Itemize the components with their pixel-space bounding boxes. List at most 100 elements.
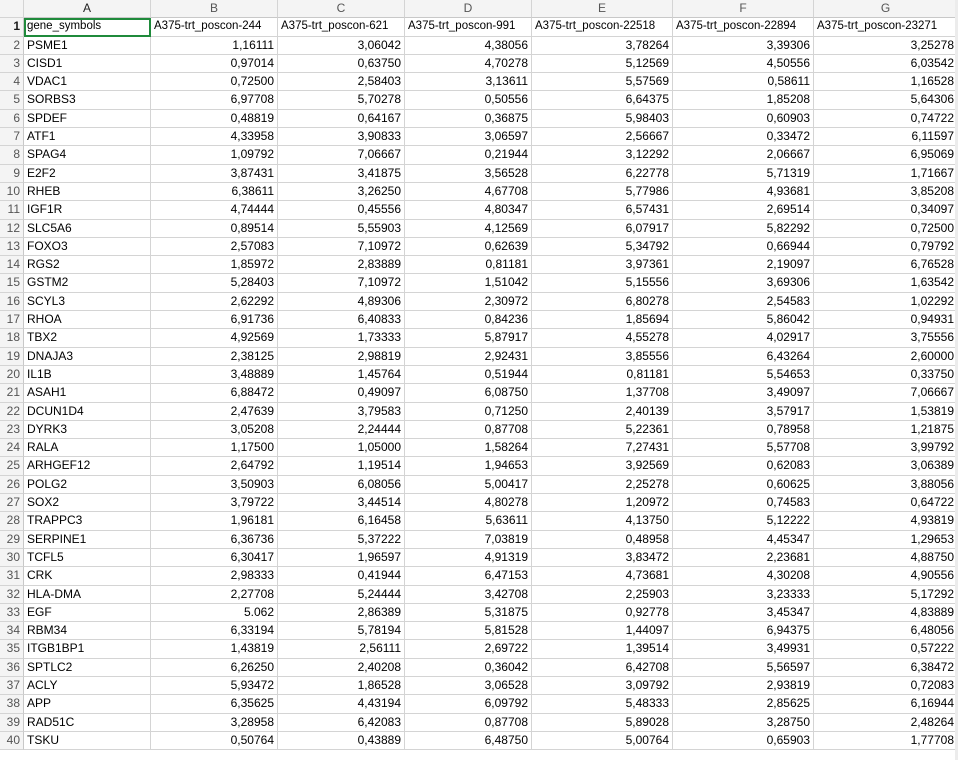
value-cell[interactable]: 2,69514	[673, 201, 814, 220]
gene-symbol-cell[interactable]: RALA	[24, 439, 151, 458]
value-cell[interactable]: 0,36875	[405, 109, 532, 129]
row-header[interactable]: 22	[0, 402, 24, 421]
value-cell[interactable]: 5,98403	[532, 109, 673, 129]
value-cell[interactable]: 0,66944	[673, 237, 814, 257]
header-cell[interactable]: A375-trt_poscon-621	[278, 18, 405, 37]
value-cell[interactable]: 6,09792	[405, 695, 532, 714]
value-cell[interactable]: 4,89306	[278, 292, 405, 312]
value-cell[interactable]: 5,70278	[278, 91, 405, 110]
row-header[interactable]: 8	[0, 146, 24, 165]
gene-symbol-cell[interactable]: CRK	[24, 567, 151, 586]
value-cell[interactable]: 0,62639	[405, 237, 532, 257]
row-header[interactable]: 35	[0, 640, 24, 659]
value-cell[interactable]: 3,44514	[278, 494, 405, 513]
value-cell[interactable]: 5,64306	[814, 91, 958, 110]
value-cell[interactable]: 1,16111	[151, 36, 278, 55]
value-cell[interactable]: 3,87431	[151, 164, 278, 183]
value-cell[interactable]: 0,72500	[151, 73, 278, 92]
value-cell[interactable]: 2,83889	[278, 256, 405, 275]
value-cell[interactable]: 6,38611	[151, 182, 278, 202]
column-header-b[interactable]: B	[151, 0, 278, 19]
value-cell[interactable]: 6,08056	[278, 475, 405, 495]
value-cell[interactable]: 5,57708	[673, 439, 814, 458]
value-cell[interactable]: 3,25278	[814, 36, 958, 55]
value-cell[interactable]: 5,12222	[673, 512, 814, 531]
value-cell[interactable]: 3,06389	[814, 457, 958, 476]
value-cell[interactable]: 5,34792	[532, 237, 673, 257]
value-cell[interactable]: 6,42708	[532, 658, 673, 677]
gene-symbol-cell[interactable]: APP	[24, 695, 151, 714]
gene-symbol-cell[interactable]: FOXO3	[24, 237, 151, 257]
gene-symbol-cell[interactable]: RGS2	[24, 256, 151, 275]
value-cell[interactable]: 5,12569	[532, 54, 673, 74]
value-cell[interactable]: 0,81181	[532, 365, 673, 385]
gene-symbol-cell[interactable]: HLA-DMA	[24, 585, 151, 604]
gene-symbol-cell[interactable]: SPAG4	[24, 146, 151, 165]
value-cell[interactable]: 0,97014	[151, 54, 278, 74]
value-cell[interactable]: 4,80347	[405, 201, 532, 220]
value-cell[interactable]: 2,56667	[532, 128, 673, 147]
value-cell[interactable]: 0,78958	[673, 420, 814, 440]
value-cell[interactable]: 4,38056	[405, 36, 532, 55]
value-cell[interactable]: 3,50903	[151, 475, 278, 495]
value-cell[interactable]: 3,75556	[814, 329, 958, 348]
value-cell[interactable]: 3,97361	[532, 256, 673, 275]
value-cell[interactable]: 3,05208	[151, 420, 278, 440]
value-cell[interactable]: 4,02917	[673, 329, 814, 348]
value-cell[interactable]: 3,85208	[814, 182, 958, 202]
row-header[interactable]: 16	[0, 292, 24, 312]
gene-symbol-cell[interactable]: RBM34	[24, 622, 151, 641]
value-cell[interactable]: 7,06667	[814, 384, 958, 403]
value-cell[interactable]: 5,56597	[673, 658, 814, 677]
gene-symbol-cell[interactable]: SOX2	[24, 494, 151, 513]
row-header[interactable]: 31	[0, 567, 24, 586]
row-header[interactable]: 17	[0, 311, 24, 330]
value-cell[interactable]: 6,95069	[814, 146, 958, 165]
value-cell[interactable]: 2,40139	[532, 402, 673, 421]
value-cell[interactable]: 3,88056	[814, 475, 958, 495]
value-cell[interactable]: 1,96181	[151, 512, 278, 531]
value-cell[interactable]: 4,88750	[814, 548, 958, 568]
value-cell[interactable]: 2,47639	[151, 402, 278, 421]
gene-symbol-cell[interactable]: DYRK3	[24, 420, 151, 440]
value-cell[interactable]: 3,26250	[278, 182, 405, 202]
value-cell[interactable]: 6,08750	[405, 384, 532, 403]
value-cell[interactable]: 6,26250	[151, 658, 278, 677]
value-cell[interactable]: 1,02292	[814, 292, 958, 312]
value-cell[interactable]: 3,99792	[814, 439, 958, 458]
value-cell[interactable]: 1,53819	[814, 402, 958, 421]
gene-symbol-cell[interactable]: TBX2	[24, 329, 151, 348]
value-cell[interactable]: 6,36736	[151, 530, 278, 549]
value-cell[interactable]: 1,63542	[814, 274, 958, 293]
value-cell[interactable]: 3,78264	[532, 36, 673, 55]
value-cell[interactable]: 0,43889	[278, 731, 405, 751]
row-header[interactable]: 34	[0, 622, 24, 641]
row-header[interactable]: 11	[0, 201, 24, 220]
row-header[interactable]: 18	[0, 329, 24, 348]
value-cell[interactable]: 5,00764	[532, 731, 673, 751]
value-cell[interactable]: 6,64375	[532, 91, 673, 110]
value-cell[interactable]: 3,57917	[673, 402, 814, 421]
value-cell[interactable]: 5,28403	[151, 274, 278, 293]
gene-symbol-cell[interactable]: CISD1	[24, 54, 151, 74]
row-header[interactable]: 10	[0, 182, 24, 202]
value-cell[interactable]: 3,85556	[532, 347, 673, 366]
value-cell[interactable]: 3,13611	[405, 73, 532, 92]
value-cell[interactable]: 2,40208	[278, 658, 405, 677]
gene-symbol-cell[interactable]: ASAH1	[24, 384, 151, 403]
value-cell[interactable]: 5,37222	[278, 530, 405, 549]
value-cell[interactable]: 0,21944	[405, 146, 532, 165]
value-cell[interactable]: 3,49931	[673, 640, 814, 659]
row-header[interactable]: 39	[0, 713, 24, 732]
value-cell[interactable]: 3,12292	[532, 146, 673, 165]
value-cell[interactable]: 1,96597	[278, 548, 405, 568]
value-cell[interactable]: 6,30417	[151, 548, 278, 568]
value-cell[interactable]: 0,33750	[814, 365, 958, 385]
value-cell[interactable]: 6,11597	[814, 128, 958, 147]
gene-symbol-cell[interactable]: SPDEF	[24, 109, 151, 129]
value-cell[interactable]: 1,05000	[278, 439, 405, 458]
value-cell[interactable]: 2,23681	[673, 548, 814, 568]
gene-symbol-cell[interactable]: DNAJA3	[24, 347, 151, 366]
value-cell[interactable]: 0,34097	[814, 201, 958, 220]
value-cell[interactable]: 2,98819	[278, 347, 405, 366]
